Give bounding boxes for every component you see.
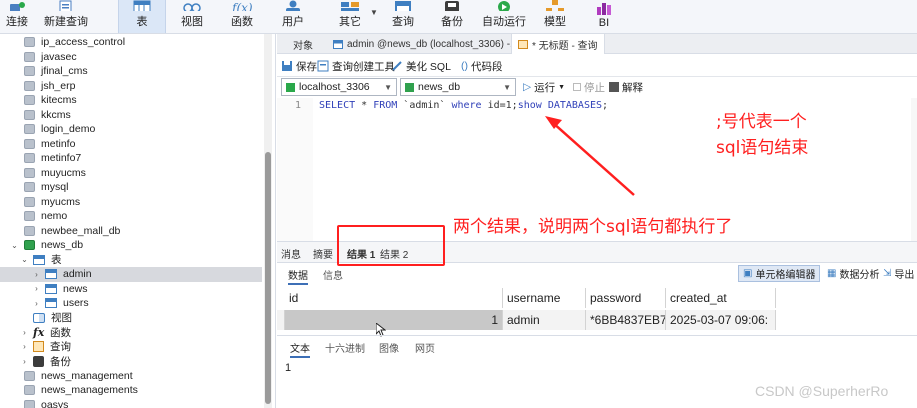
tab-info[interactable]: 信息 [323, 267, 343, 282]
export-icon: ⇲ [883, 268, 892, 279]
column-label: id [289, 291, 299, 305]
column-header-id[interactable]: id [285, 288, 503, 308]
value-viewer-tabs: 文本 十六进制 图像 网页 [277, 337, 917, 358]
column-label: username [507, 291, 561, 305]
tab-label: 图像 [379, 344, 399, 355]
cell-editor-icon: ▣ [743, 268, 753, 279]
cell-value: admin [507, 313, 540, 327]
export-button[interactable]: ⇲ 导出 [879, 265, 917, 282]
result-grid: id username password created_at 1 admin … [277, 287, 917, 331]
table-cell-created-at[interactable]: 2025-03-07 09:06: [666, 310, 776, 330]
column-label: created_at [670, 291, 727, 305]
tab-hex[interactable]: 十六进制 [325, 340, 365, 355]
value-viewer-content[interactable]: 1 [285, 362, 291, 374]
result-subtabs: 数据 信息 ▣ 单元格编辑器 ▦ 数据分析 ⇲ 导出 [277, 264, 917, 285]
annotation-semicolon-line2: sql语句结束 [716, 138, 809, 158]
cell-value: *6BB4837EB74 [590, 313, 666, 327]
table-cell-username[interactable]: admin [503, 310, 586, 330]
cell-editor-label: 单元格编辑器 [755, 270, 816, 281]
column-header-created-at[interactable]: created_at [666, 288, 776, 308]
analysis-label: 数据分析 [839, 270, 880, 281]
tab-label: 消息 [281, 249, 301, 261]
annotation-arrow-line [551, 121, 635, 196]
column-header-username[interactable]: username [503, 288, 586, 308]
table-cell-password[interactable]: *6BB4837EB74 [586, 310, 666, 330]
table-cell-id[interactable]: 1 [285, 310, 503, 330]
row-header[interactable] [277, 310, 285, 330]
analysis-icon: ▦ [827, 268, 837, 279]
tab-text[interactable]: 文本 [290, 340, 310, 358]
tab-summary[interactable]: 摘要 [313, 246, 333, 261]
annotation-results-box [337, 225, 445, 266]
tab-label: 数据 [288, 271, 308, 282]
column-header-password[interactable]: password [586, 288, 666, 308]
tab-messages[interactable]: 消息 [281, 246, 301, 261]
annotation-semicolon-line1: ;号代表一个 [716, 112, 807, 132]
data-analysis-button[interactable]: ▦ 数据分析 [823, 265, 883, 282]
tab-label: 文本 [290, 344, 310, 355]
tab-webpage[interactable]: 网页 [415, 340, 435, 355]
tab-label: 十六进制 [325, 344, 365, 355]
annotation-results-note: 两个结果，说明两个sql语句都执行了 [453, 217, 733, 237]
tab-data[interactable]: 数据 [288, 267, 308, 285]
tab-image[interactable]: 图像 [379, 340, 399, 355]
watermark-text: CSDN @SuperherRo [755, 383, 889, 399]
bottom-panel-divider [277, 335, 917, 336]
tab-label: 网页 [415, 344, 435, 355]
cell-editor-button[interactable]: ▣ 单元格编辑器 [738, 265, 821, 282]
column-label: password [590, 291, 642, 305]
cell-value: 1 [491, 313, 498, 327]
cell-value: 2025-03-07 09:06: [670, 313, 769, 327]
tab-label: 摘要 [313, 249, 333, 261]
tab-label: 信息 [323, 271, 343, 282]
row-header-spacer [277, 288, 285, 308]
export-label: 导出 [894, 270, 915, 281]
navicat-window: 连接 新建查询 表 视图 f(x) 函数 用户 其它 ▼ 查询 备份 自动运行 … [0, 0, 917, 408]
